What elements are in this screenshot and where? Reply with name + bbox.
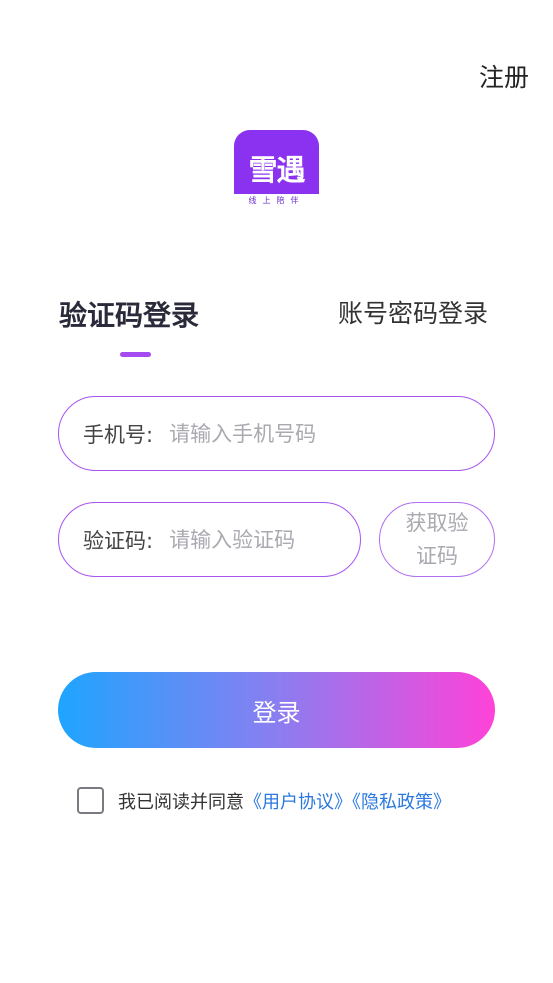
get-code-label: 获取验证码 [405, 510, 469, 568]
code-label: 验证码: [83, 528, 154, 553]
tab-password-login[interactable]: 账号密码登录 [338, 294, 488, 330]
register-link[interactable]: 注册 [479, 58, 529, 94]
tab-sms-login[interactable]: 验证码登录 [59, 294, 199, 334]
user-agreement-link[interactable]: 《用户协议》 [244, 792, 352, 813]
logo-tagline: 线上陪伴 [248, 196, 305, 205]
code-input[interactable] [167, 526, 332, 553]
privacy-policy-link[interactable]: 《隐私政策》 [352, 792, 451, 813]
phone-label: 手机号: [83, 422, 154, 447]
login-button[interactable]: 登录 [58, 672, 495, 748]
logo-text: 雪遇 [248, 153, 305, 187]
active-tab-indicator [120, 352, 151, 357]
get-code-button[interactable]: 获取验证码 [379, 502, 495, 577]
agreement-prefix: 我已阅读并同意 [118, 791, 244, 813]
phone-field[interactable]: 手机号: [58, 396, 495, 471]
code-field[interactable]: 验证码: [58, 502, 361, 577]
agreement-row: 我已阅读并同意《用户协议》《隐私政策》 [77, 787, 451, 814]
agreement-checkbox[interactable] [77, 787, 104, 814]
phone-input[interactable] [167, 420, 402, 447]
app-logo: 雪遇 线上陪伴 [234, 130, 319, 208]
agreement-text: 我已阅读并同意《用户协议》《隐私政策》 [118, 788, 451, 814]
